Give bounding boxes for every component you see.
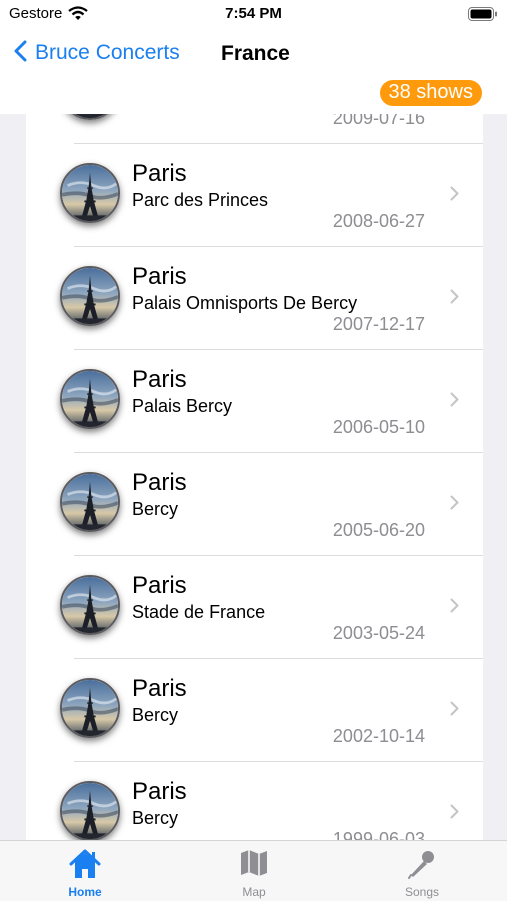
shows-count-badge: 38 shows [379,80,482,106]
concert-date: 2003-05-24 [332,623,425,643]
eiffel-tower-thumbnail [60,114,120,120]
table-row[interactable]: Paris Stade de France 2003-05-24 [26,556,483,659]
chevron-right-icon [450,186,459,206]
concert-date: 2007-12-17 [332,314,425,334]
tab-map-label: Map [242,885,266,899]
back-button[interactable]: Bruce Concerts [14,38,180,68]
eiffel-tower-thumbnail [60,369,120,429]
concert-date: 2008-06-27 [332,211,425,231]
eiffel-tower-thumbnail [60,781,120,840]
concert-city: Paris [132,263,187,290]
concert-city: Paris [132,778,187,805]
tab-songs[interactable]: Songs [362,841,482,901]
concert-venue: Parc des Princes [132,190,269,210]
concert-venue: Bercy [132,808,179,828]
back-button-label: Bruce Concerts [35,41,180,64]
table-row[interactable]: Paris Bercy 2005-06-20 [26,453,483,556]
concert-city: Paris [132,675,187,702]
table-row[interactable]: Paris Bercy 2002-10-14 [26,659,483,762]
tab-home-label: Home [68,885,102,899]
chevron-right-icon [450,701,459,721]
map-icon [194,848,314,878]
chevron-right-icon [450,804,459,824]
concert-date: 1999-06-03 [332,829,425,840]
status-bar: Gestore 7:54 PM [0,0,507,28]
status-time: 7:54 PM [225,5,282,22]
table-row[interactable]: 2009-07-16 [26,114,483,144]
concert-date: 2009-07-16 [332,114,425,128]
eiffel-tower-thumbnail [60,575,120,635]
table-row[interactable]: Paris Palais Bercy 2006-05-10 [26,350,483,453]
concert-venue: Bercy [132,705,179,725]
concert-city: Paris [132,469,187,496]
concert-date: 2005-06-20 [332,520,425,540]
battery-icon [468,7,498,26]
concert-city: Paris [132,572,187,599]
concert-date: 2006-05-10 [332,417,425,437]
house-icon [25,848,145,880]
chevron-right-icon [450,495,459,515]
chevron-right-icon [450,289,459,309]
concert-city: Paris [132,160,187,187]
tab-home[interactable]: Home [25,841,145,901]
table-row[interactable]: Paris Parc des Princes 2008-06-27 [26,144,483,247]
page-title: France [221,42,290,65]
concert-list[interactable]: 2009-07-16 Paris Parc des Princes 2008-0… [26,114,483,840]
tab-map[interactable]: Map [194,841,314,901]
concert-city: Paris [132,366,187,393]
tab-bar: Home Map Songs [0,840,507,901]
chevron-right-icon [450,598,459,618]
eiffel-tower-thumbnail [60,678,120,738]
chevron-left-icon [14,40,27,67]
navigation-bar: Bruce Concerts France 38 shows [0,28,507,114]
concert-date: 2002-10-14 [332,726,425,746]
table-row[interactable]: Paris Palais Omnisports De Bercy 2007-12… [26,247,483,350]
concert-venue: Bercy [132,499,179,519]
microphone-icon [362,848,482,880]
concert-venue: Stade de France [132,602,266,622]
table-row[interactable]: Paris Bercy 1999-06-03 [26,762,483,840]
concert-venue: Palais Omnisports De Bercy [132,293,358,313]
eiffel-tower-thumbnail [60,163,120,223]
tab-songs-label: Songs [404,885,440,899]
eiffel-tower-thumbnail [60,472,120,532]
eiffel-tower-thumbnail [60,266,120,326]
concert-venue: Palais Bercy [132,396,233,416]
chevron-right-icon [450,392,459,412]
